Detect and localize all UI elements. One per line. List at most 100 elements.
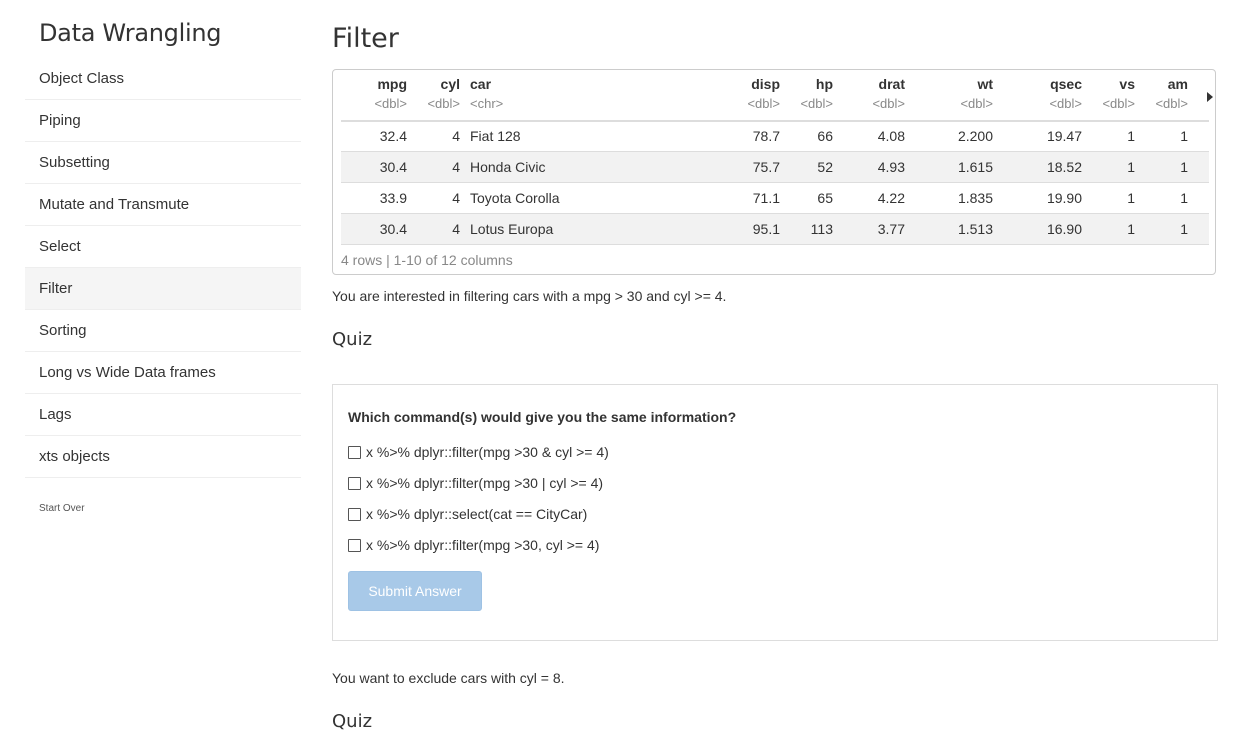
quiz-option[interactable]: x %>% dplyr::select(cat == CityCar) [348, 506, 587, 522]
column-header-mpg: mpg [377, 76, 407, 92]
cell-am: 1 [1180, 159, 1188, 175]
cell-qsec: 16.90 [1046, 221, 1082, 237]
page-title: Filter [332, 23, 399, 54]
sidebar-item-long-vs-wide[interactable]: Long vs Wide Data frames [25, 352, 301, 394]
sidebar-item-xts-objects[interactable]: xts objects [25, 436, 301, 478]
submit-answer-button[interactable]: Submit Answer [348, 571, 482, 611]
cell-mpg: 30.4 [379, 159, 407, 175]
quiz-heading: Quiz [332, 329, 373, 350]
cell-disp: 71.1 [752, 190, 780, 206]
column-type-car: <chr> [470, 96, 504, 111]
cell-hp: 66 [817, 128, 833, 144]
checkbox[interactable] [348, 446, 361, 459]
cell-disp: 95.1 [752, 221, 780, 237]
cell-vs: 1 [1127, 221, 1135, 237]
cell-qsec: 19.47 [1046, 128, 1082, 144]
quiz-option[interactable]: x %>% dplyr::filter(mpg >30 | cyl >= 4) [348, 475, 603, 491]
cell-am: 1 [1180, 190, 1188, 206]
cell-mpg: 30.4 [379, 221, 407, 237]
app-title: Data Wrangling [39, 19, 222, 47]
cell-car: Honda Civic [470, 159, 546, 175]
checkbox[interactable] [348, 477, 361, 490]
column-type-vs: <dbl> [1102, 96, 1135, 111]
table-footer: 4 rows | 1-10 of 12 columns [341, 252, 513, 268]
table-row: 30.4 4 Honda Civic 75.7 52 4.93 1.615 18… [341, 152, 1209, 183]
quiz-question: Which command(s) would give you the same… [348, 409, 737, 425]
column-type-wt: <dbl> [960, 96, 993, 111]
cell-vs: 1 [1127, 159, 1135, 175]
quiz-panel: Which command(s) would give you the same… [332, 384, 1218, 641]
sidebar-item-sorting[interactable]: Sorting [25, 310, 301, 352]
cell-hp: 52 [817, 159, 833, 175]
cell-wt: 1.835 [957, 190, 993, 206]
cell-cyl: 4 [452, 159, 460, 175]
table-row: 32.4 4 Fiat 128 78.7 66 4.08 2.200 19.47… [341, 121, 1209, 152]
data-table: mpg <dbl> cyl <dbl> car <chr> disp <dbl>… [332, 69, 1216, 275]
sidebar-item-object-class[interactable]: Object Class [25, 58, 301, 100]
cell-hp: 113 [810, 221, 833, 237]
sidebar-item-select[interactable]: Select [25, 226, 301, 268]
cell-drat: 4.93 [877, 159, 905, 175]
column-header-cyl: cyl [440, 76, 460, 92]
cell-wt: 1.615 [957, 159, 993, 175]
column-header-vs: vs [1119, 76, 1135, 92]
cell-disp: 75.7 [752, 159, 780, 175]
column-type-hp: <dbl> [800, 96, 833, 111]
option-label: x %>% dplyr::filter(mpg >30 & cyl >= 4) [366, 444, 609, 460]
quiz-option[interactable]: x %>% dplyr::filter(mpg >30 & cyl >= 4) [348, 444, 609, 460]
table-row: 30.4 4 Lotus Europa 95.1 113 3.77 1.513 … [341, 214, 1209, 245]
cell-hp: 65 [817, 190, 833, 206]
cell-mpg: 33.9 [379, 190, 407, 206]
column-header-wt: wt [977, 76, 993, 92]
checkbox[interactable] [348, 508, 361, 521]
cell-wt: 1.513 [957, 221, 993, 237]
column-type-cyl: <dbl> [427, 96, 460, 111]
cell-vs: 1 [1127, 128, 1135, 144]
option-label: x %>% dplyr::filter(mpg >30, cyl >= 4) [366, 537, 600, 553]
intro-text: You are interested in filtering cars wit… [332, 288, 727, 304]
intro-text-2: You want to exclude cars with cyl = 8. [332, 670, 565, 686]
quiz-heading-2: Quiz [332, 711, 373, 732]
sidebar-item-piping[interactable]: Piping [25, 100, 301, 142]
sidebar-item-filter[interactable]: Filter [25, 268, 301, 310]
cell-am: 1 [1180, 128, 1188, 144]
sidebar-nav: Object Class Piping Subsetting Mutate an… [25, 58, 301, 478]
table-row: 33.9 4 Toyota Corolla 71.1 65 4.22 1.835… [341, 183, 1209, 214]
start-over-link[interactable]: Start Over [39, 503, 85, 514]
column-type-qsec: <dbl> [1049, 96, 1082, 111]
column-header-hp: hp [815, 76, 833, 92]
cell-qsec: 19.90 [1046, 190, 1082, 206]
column-type-am: <dbl> [1155, 96, 1188, 111]
cell-wt: 2.200 [957, 128, 993, 144]
checkbox[interactable] [348, 539, 361, 552]
cell-mpg: 32.4 [379, 128, 407, 144]
cell-drat: 4.08 [877, 128, 905, 144]
sidebar-item-subsetting[interactable]: Subsetting [25, 142, 301, 184]
option-label: x %>% dplyr::filter(mpg >30 | cyl >= 4) [366, 475, 604, 491]
cell-am: 1 [1180, 221, 1188, 237]
cell-car: Lotus Europa [470, 221, 554, 237]
cell-cyl: 4 [452, 128, 460, 144]
column-type-drat: <dbl> [872, 96, 905, 111]
column-type-disp: <dbl> [747, 96, 780, 111]
option-label: x %>% dplyr::select(cat == CityCar) [366, 506, 588, 522]
cell-car: Fiat 128 [470, 128, 521, 144]
column-type-mpg: <dbl> [374, 96, 407, 111]
sidebar-item-lags[interactable]: Lags [25, 394, 301, 436]
cell-cyl: 4 [452, 221, 460, 237]
column-header-disp: disp [751, 76, 780, 92]
cell-drat: 4.22 [877, 190, 905, 206]
cell-drat: 3.77 [877, 221, 905, 237]
column-header-am: am [1167, 76, 1188, 92]
column-header-car: car [470, 76, 492, 92]
triangle-right-icon[interactable] [1207, 92, 1213, 102]
cell-cyl: 4 [452, 190, 460, 206]
column-header-drat: drat [878, 76, 905, 92]
cell-vs: 1 [1127, 190, 1135, 206]
cell-car: Toyota Corolla [470, 190, 560, 206]
column-header-qsec: qsec [1050, 76, 1082, 92]
quiz-option[interactable]: x %>% dplyr::filter(mpg >30, cyl >= 4) [348, 537, 599, 553]
cell-qsec: 18.52 [1046, 159, 1082, 175]
cell-disp: 78.7 [752, 128, 780, 144]
sidebar-item-mutate-and-transmute[interactable]: Mutate and Transmute [25, 184, 301, 226]
